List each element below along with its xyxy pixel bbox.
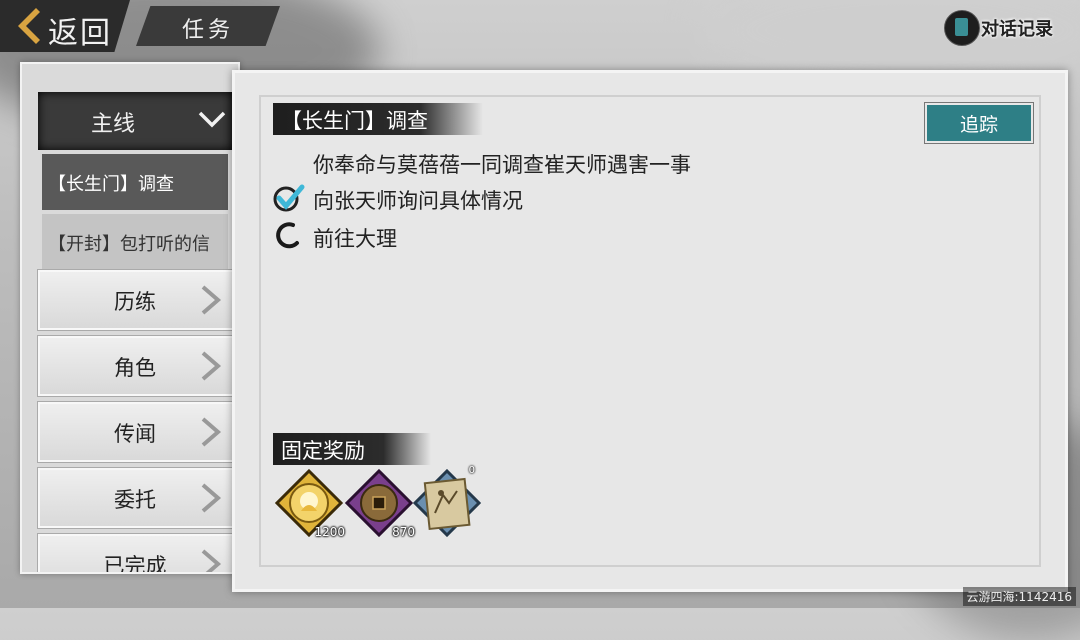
rewards-title: 固定奖励 [281,439,365,463]
reward-martial-scroll[interactable]: 0 [413,465,481,537]
quest-detail-panel: 【长生门】调查 追踪 你奉命与莫蓓蓓一同调查崔天师遇害一事 向张天师询问具体情况… [232,70,1068,592]
watermark: 云游四海:1142416 [962,587,1076,606]
chevron-right-icon [201,285,222,315]
checkmark-icon [273,184,305,212]
dialog-record-button[interactable]: 对话记录 [944,8,1066,46]
category-completed[interactable]: 已完成 [38,534,234,572]
chevron-down-icon [198,111,226,128]
reward-count: 870 [392,525,415,539]
category-training[interactable]: 历练 [38,270,234,330]
quest-category-panel: 主线 【长生门】调查 【开封】包打听的信 历练 角色 传闻 委托 已完成 [20,62,240,574]
chevron-right-icon [201,417,222,447]
book-icon [944,10,980,46]
rewards-title-banner: 固定奖励 [273,433,431,465]
objective-text: 向张天师询问具体情况 [313,189,523,213]
top-bar: 返回 任务 对话记录 [0,0,1080,60]
quest-item-changshengmen[interactable]: 【长生门】调查 [42,154,228,210]
chevron-right-icon [201,483,222,513]
category-main-story[interactable]: 主线 [38,92,232,150]
reward-gold-coin[interactable]: 1200 [275,469,345,539]
chevron-left-icon [18,8,40,44]
quest-description: 你奉命与莫蓓蓓一同调查崔天师遇害一事 [313,153,691,177]
back-button[interactable]: 返回 [0,0,130,52]
track-button[interactable]: 追踪 [925,103,1033,143]
quest-item-kaifeng[interactable]: 【开封】包打听的信 [42,214,228,270]
back-label: 返回 [48,16,112,51]
page-title: 任务 [181,18,234,43]
quest-title-banner: 【长生门】调查 [273,103,483,135]
page-title-tab: 任务 [136,6,280,46]
martial-scroll-icon [413,469,481,537]
reward-count: 0 [468,465,475,476]
chevron-right-icon [201,549,222,572]
objective-text: 前往大理 [313,227,397,251]
chevron-right-icon [201,351,222,381]
reward-copper-coin[interactable]: 870 [345,469,415,539]
quest-item-label: 【开封】包打听的信 [48,234,210,255]
track-label: 追踪 [959,114,998,136]
quest-item-label: 【长生门】调查 [48,174,174,195]
category-rumor[interactable]: 传闻 [38,402,234,462]
category-main-label: 主线 [90,112,135,137]
category-character[interactable]: 角色 [38,336,234,396]
reward-count: 1200 [314,525,345,539]
in-progress-circle-icon [276,222,299,249]
category-commission[interactable]: 委托 [38,468,234,528]
quest-title: 【长生门】调查 [281,109,428,133]
dialog-record-label: 对话记录 [981,19,1053,40]
